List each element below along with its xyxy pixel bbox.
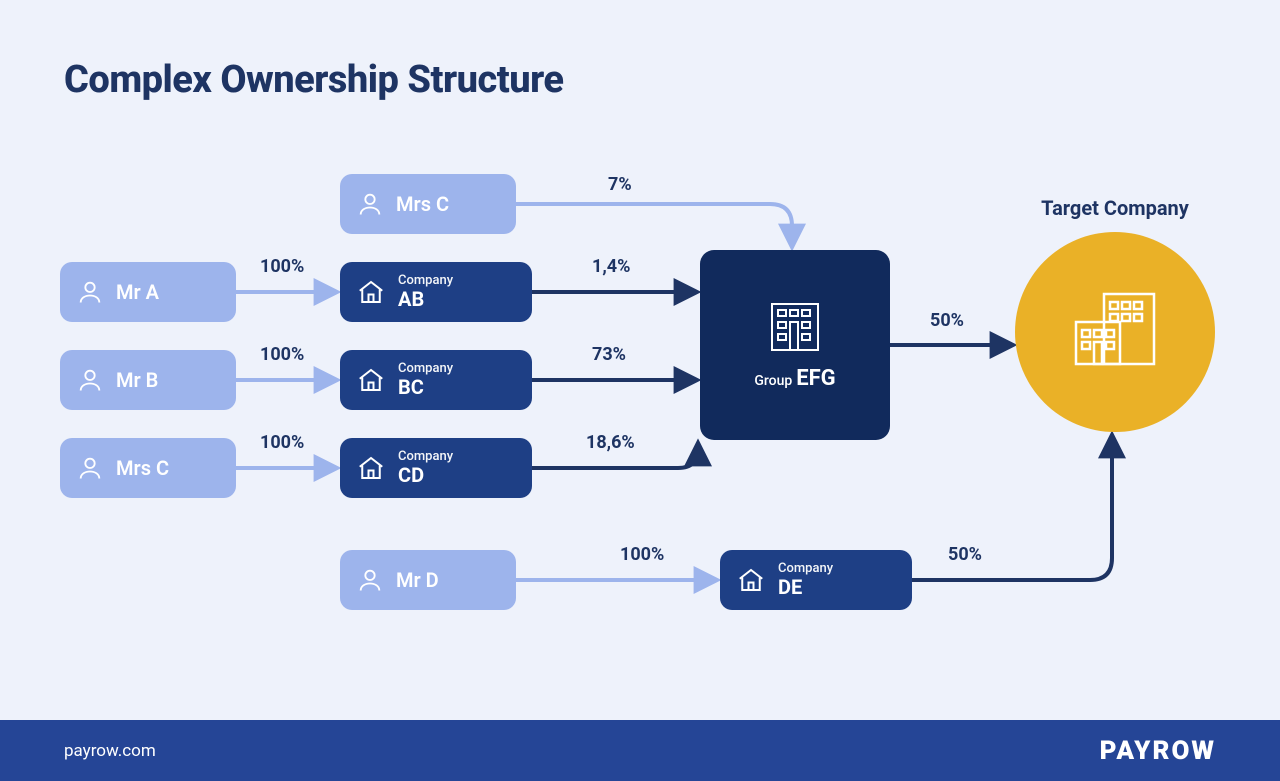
ownership-diagram: Mr A Mr B Mrs C Mrs C Mr D Company AB Co…: [0, 0, 1280, 720]
person-label: Mrs C: [116, 456, 169, 480]
group-label: EFG: [796, 366, 835, 391]
person-mr-d: Mr D: [340, 550, 516, 610]
pct-mrs-c-cd: 100%: [260, 432, 304, 453]
person-label: Mrs C: [396, 192, 449, 216]
pct-mr-b-bc: 100%: [260, 344, 304, 365]
company-prefix: Company: [398, 450, 453, 464]
company-de: Company DE: [720, 550, 912, 610]
target-company-label: Target Company: [1005, 196, 1225, 220]
target-company: [1015, 232, 1215, 432]
pct-d-de: 100%: [620, 544, 664, 565]
footer-url: payrow.com: [64, 741, 156, 761]
company-cd: Company CD: [340, 438, 532, 498]
person-icon: [76, 454, 104, 482]
company-label: AB: [398, 288, 453, 310]
building-icon: [356, 277, 386, 307]
person-label: Mr B: [116, 368, 158, 392]
company-prefix: Company: [778, 562, 833, 576]
pct-ab-efg: 1,4%: [592, 256, 630, 277]
company-ab: Company AB: [340, 262, 532, 322]
pct-de-target: 50%: [948, 544, 982, 565]
buildings-icon: [1060, 282, 1170, 382]
person-icon: [356, 190, 384, 218]
person-icon: [356, 566, 384, 594]
person-mrs-c: Mrs C: [60, 438, 236, 498]
person-mrs-c-top: Mrs C: [340, 174, 516, 234]
brand-logo: PAYROW: [1100, 736, 1216, 766]
pct-efg-target: 50%: [930, 310, 964, 331]
company-bc: Company BC: [340, 350, 532, 410]
pct-mrs-c-efg: 7%: [608, 174, 632, 195]
pct-cd-efg: 18,6%: [586, 432, 635, 453]
person-label: Mr A: [116, 280, 159, 304]
person-icon: [76, 366, 104, 394]
group-prefix: Group: [754, 373, 792, 389]
group-efg: Group EFG: [700, 250, 890, 440]
building-icon: [356, 453, 386, 483]
pct-bc-efg: 73%: [592, 344, 626, 365]
building-icon: [356, 365, 386, 395]
company-label: DE: [778, 576, 833, 598]
company-label: CD: [398, 464, 453, 486]
company-prefix: Company: [398, 274, 453, 288]
company-label: BC: [398, 376, 453, 398]
person-icon: [76, 278, 104, 306]
building-icon: [736, 565, 766, 595]
person-mr-a: Mr A: [60, 262, 236, 322]
buildings-icon: [756, 298, 834, 356]
pct-mr-a-ab: 100%: [260, 256, 304, 277]
footer-bar: payrow.com PAYROW: [0, 720, 1280, 781]
person-mr-b: Mr B: [60, 350, 236, 410]
company-prefix: Company: [398, 362, 453, 376]
person-label: Mr D: [396, 568, 439, 592]
